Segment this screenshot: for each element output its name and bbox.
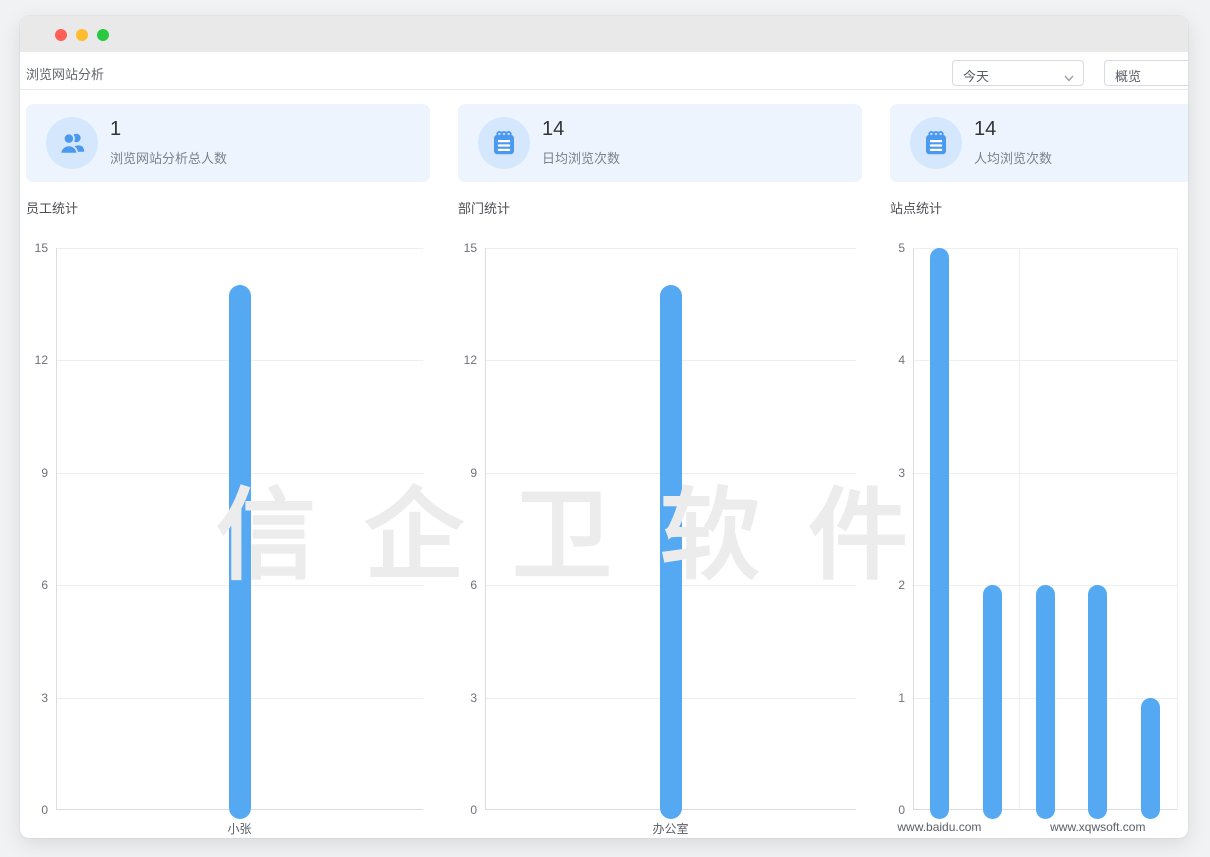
date-filter-value: 今天 bbox=[963, 66, 989, 85]
close-window-button[interactable] bbox=[55, 29, 67, 41]
gridline bbox=[485, 248, 856, 249]
x-axis-label: www.baidu.com bbox=[859, 820, 1019, 834]
department-chart-plot: 03691215办公室 bbox=[485, 248, 856, 810]
app-window: 浏览网站分析 今天 概览 信企卫软件 1 浏览网站分析总人数 bbox=[20, 16, 1188, 838]
gridline-vertical bbox=[1177, 248, 1178, 810]
y-tick-label: 0 bbox=[871, 802, 905, 818]
y-tick-label: 12 bbox=[20, 352, 48, 368]
gridline bbox=[913, 248, 1177, 249]
y-tick-label: 0 bbox=[20, 802, 48, 818]
page-title: 浏览网站分析 bbox=[26, 64, 104, 83]
bar[interactable] bbox=[660, 285, 682, 819]
y-tick-label: 6 bbox=[20, 577, 48, 593]
y-axis-line bbox=[913, 248, 914, 810]
x-axis-label: www.xqwsoft.com bbox=[1018, 820, 1178, 834]
stat-card-per-user-views: 14 人均浏览次数 bbox=[890, 104, 1188, 182]
gridline-vertical bbox=[1019, 248, 1020, 810]
notebook-icon bbox=[478, 117, 530, 169]
stat-card-total-users: 1 浏览网站分析总人数 bbox=[26, 104, 430, 182]
y-tick-label: 9 bbox=[443, 465, 477, 481]
y-tick-label: 12 bbox=[443, 352, 477, 368]
y-tick-label: 3 bbox=[871, 465, 905, 481]
chart-title-employee: 员工统计 bbox=[26, 198, 78, 217]
stat-value: 14 bbox=[542, 118, 564, 141]
chart-title-site: 站点统计 bbox=[890, 198, 942, 217]
users-icon bbox=[46, 117, 98, 169]
y-tick-label: 4 bbox=[871, 352, 905, 368]
maximize-window-button[interactable] bbox=[97, 29, 109, 41]
y-tick-label: 3 bbox=[443, 690, 477, 706]
x-axis-label: 小张 bbox=[160, 820, 320, 837]
date-filter-select[interactable]: 今天 bbox=[952, 60, 1084, 86]
stat-label: 日均浏览次数 bbox=[542, 148, 620, 167]
y-tick-label: 9 bbox=[20, 465, 48, 481]
bar[interactable] bbox=[1141, 698, 1160, 819]
y-tick-label: 15 bbox=[443, 240, 477, 256]
chevron-down-icon bbox=[1064, 70, 1074, 85]
window-titlebar bbox=[20, 16, 1188, 52]
x-axis-label: 办公室 bbox=[591, 820, 751, 837]
bar[interactable] bbox=[983, 585, 1002, 819]
y-axis-line bbox=[485, 248, 486, 810]
y-tick-label: 6 bbox=[443, 577, 477, 593]
stat-label: 浏览网站分析总人数 bbox=[110, 148, 227, 167]
stat-label: 人均浏览次数 bbox=[974, 148, 1052, 167]
employee-chart-plot: 03691215小张 bbox=[56, 248, 423, 810]
stat-value: 14 bbox=[974, 118, 996, 141]
y-tick-label: 2 bbox=[871, 577, 905, 593]
gridline bbox=[56, 248, 423, 249]
bar[interactable] bbox=[1036, 585, 1055, 819]
y-tick-label: 15 bbox=[20, 240, 48, 256]
bar[interactable] bbox=[229, 285, 251, 819]
bar[interactable] bbox=[1088, 585, 1107, 819]
bar[interactable] bbox=[930, 248, 949, 819]
gridline bbox=[913, 360, 1177, 361]
stat-value: 1 bbox=[110, 118, 121, 141]
chart-title-department: 部门统计 bbox=[458, 198, 510, 217]
gridline bbox=[913, 473, 1177, 474]
y-axis-line bbox=[56, 248, 57, 810]
view-mode-select[interactable]: 概览 bbox=[1104, 60, 1188, 86]
y-tick-label: 5 bbox=[871, 240, 905, 256]
site-chart-plot: 012345www.baidu.comwww.xqwsoft.com bbox=[913, 248, 1177, 810]
y-tick-label: 1 bbox=[871, 690, 905, 706]
stat-card-daily-views: 14 日均浏览次数 bbox=[458, 104, 862, 182]
y-tick-label: 0 bbox=[443, 802, 477, 818]
page-header: 浏览网站分析 今天 概览 bbox=[20, 52, 1188, 90]
y-tick-label: 3 bbox=[20, 690, 48, 706]
minimize-window-button[interactable] bbox=[76, 29, 88, 41]
view-mode-value: 概览 bbox=[1115, 66, 1141, 85]
notebook-icon bbox=[910, 117, 962, 169]
